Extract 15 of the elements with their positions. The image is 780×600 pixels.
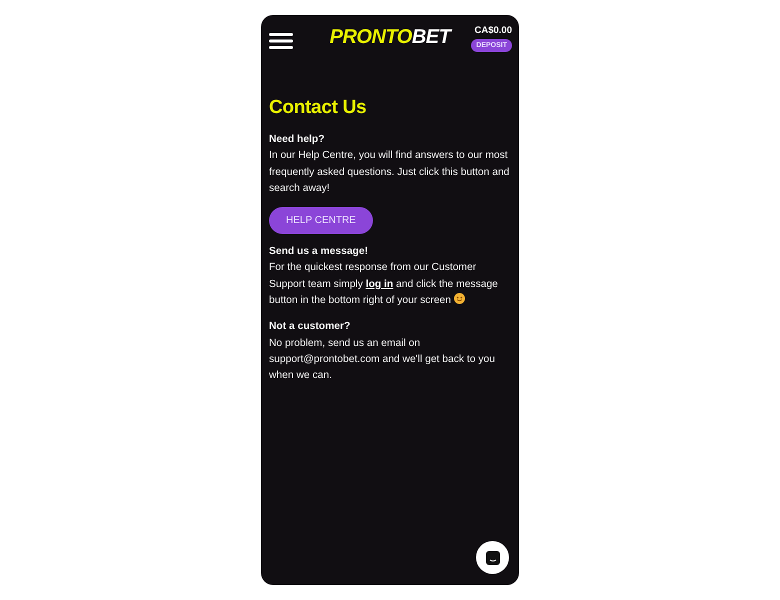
chat-icon (486, 550, 500, 564)
section-text: In our Help Centre, you will find answers to our most frequently asked questions. Just click this button and search away! (269, 149, 510, 196)
section-text: For the quickest response from our Customer Support team simply log in and click the message button in the bottom right of your screen (269, 261, 499, 308)
smiley-icon (454, 293, 465, 304)
balance: CA$0.00 (474, 24, 512, 36)
section-text: No problem, send us an email on support@prontobet.com and we'll get back to you when we can. (269, 336, 496, 384)
logo[interactable]: PRONTOBET (330, 26, 450, 48)
login-link[interactable]: log in (366, 278, 394, 290)
section-heading: Need help? (269, 133, 326, 147)
section-heading: Send us a message! (269, 245, 370, 260)
menu-icon[interactable] (269, 33, 293, 49)
help-centre-button[interactable]: HELP CENTRE (269, 207, 373, 234)
section-heading: Not a customer? (269, 320, 352, 334)
chat-button[interactable] (476, 541, 509, 574)
page-title: Contact Us (269, 97, 368, 119)
